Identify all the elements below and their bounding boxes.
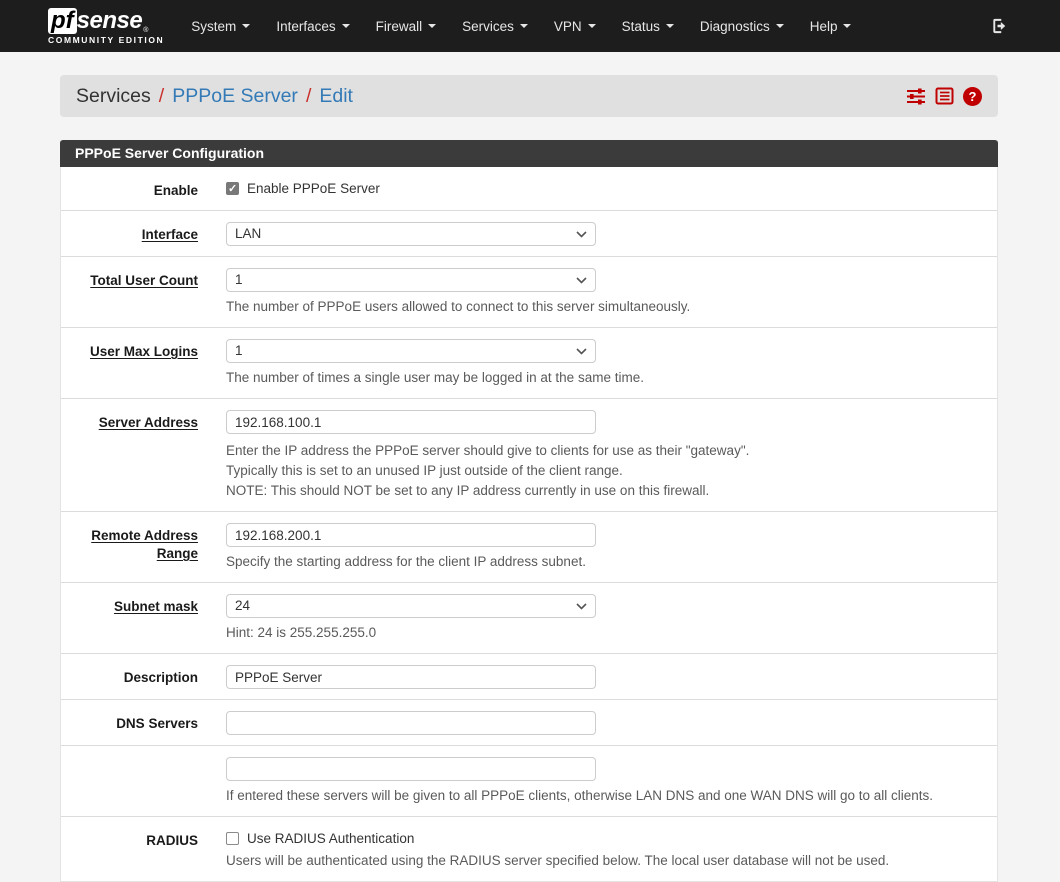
breadcrumb-separator: / bbox=[306, 85, 311, 108]
caret-down-icon bbox=[843, 24, 851, 28]
menu-item-firewall[interactable]: Firewall bbox=[363, 11, 450, 42]
enable-checkbox-label: Enable PPPoE Server bbox=[247, 181, 380, 196]
logo-pf-box: pf bbox=[48, 8, 77, 34]
menu-item-vpn[interactable]: VPN bbox=[541, 11, 609, 42]
form-row-interface: Interface LAN bbox=[61, 211, 997, 257]
caret-down-icon bbox=[776, 24, 784, 28]
panel-title: PPPoE Server Configuration bbox=[60, 140, 998, 167]
total-user-count-select-value: 1 bbox=[235, 272, 243, 287]
field-label-empty bbox=[76, 757, 198, 806]
form-row-subnet-mask: Subnet mask 24 Hint: 24 is 255.255.255.0 bbox=[61, 583, 997, 654]
subnet-mask-select-value: 24 bbox=[235, 598, 250, 613]
chevron-down-icon bbox=[576, 348, 587, 355]
subnet-mask-help: Hint: 24 is 255.255.255.0 bbox=[226, 623, 982, 643]
related-settings-sliders-icon[interactable] bbox=[906, 87, 926, 105]
pppoe-server-configuration-panel: PPPoE Server Configuration Enable Enable… bbox=[60, 140, 998, 882]
user-max-logins-select-value: 1 bbox=[235, 343, 243, 358]
user-max-logins-help: The number of times a single user may be… bbox=[226, 368, 982, 388]
form-row-radius: RADIUS Use RADIUS Authentication Users w… bbox=[61, 817, 997, 881]
caret-down-icon bbox=[520, 24, 528, 28]
caret-down-icon bbox=[588, 24, 596, 28]
logout-button[interactable] bbox=[990, 16, 1010, 36]
top-navbar: pfsense® COMMUNITY EDITION System Interf… bbox=[0, 0, 1060, 52]
caret-down-icon bbox=[242, 24, 250, 28]
pfsense-logo-text: pfsense® bbox=[48, 8, 164, 34]
radius-checkbox-label: Use RADIUS Authentication bbox=[247, 831, 414, 846]
use-radius-authentication-checkbox[interactable] bbox=[226, 832, 239, 845]
radius-help: Users will be authenticated using the RA… bbox=[226, 851, 982, 871]
menu-item-services[interactable]: Services bbox=[449, 11, 541, 42]
field-label-subnet-mask: Subnet mask bbox=[76, 594, 198, 643]
field-label-server-address: Server Address bbox=[76, 410, 198, 501]
form-row-dns-servers: DNS Servers bbox=[61, 700, 997, 746]
form-row-user-max-logins: User Max Logins 1 The number of times a … bbox=[61, 328, 997, 399]
navbar-right bbox=[990, 16, 1010, 36]
svg-text:?: ? bbox=[969, 89, 977, 104]
breadcrumb-section: Services bbox=[76, 85, 151, 108]
form-row-server-address: Server Address Enter the IP address the … bbox=[61, 399, 997, 512]
field-label-remote-address-range: Remote Address Range bbox=[76, 523, 198, 572]
sign-out-icon bbox=[990, 16, 1010, 36]
interface-select[interactable]: LAN bbox=[226, 222, 596, 246]
chevron-down-icon bbox=[576, 277, 587, 284]
server-address-help-line-1: Enter the IP address the PPPoE server sh… bbox=[226, 441, 982, 461]
field-label-user-max-logins: User Max Logins bbox=[76, 339, 198, 388]
field-label-interface: Interface bbox=[76, 222, 198, 246]
dns-server-2-input[interactable] bbox=[226, 757, 596, 781]
caret-down-icon bbox=[428, 24, 436, 28]
menu-item-help[interactable]: Help bbox=[797, 11, 865, 42]
breadcrumb-link-edit[interactable]: Edit bbox=[319, 85, 353, 108]
status-log-icon[interactable] bbox=[935, 87, 954, 105]
menu-item-system[interactable]: System bbox=[178, 11, 263, 42]
user-max-logins-select[interactable]: 1 bbox=[226, 339, 596, 363]
form-row-description: Description bbox=[61, 654, 997, 700]
logo-sense-text: sense bbox=[77, 8, 143, 34]
breadcrumb-separator: / bbox=[159, 85, 164, 108]
total-user-count-select[interactable]: 1 bbox=[226, 268, 596, 292]
dns-server-1-input[interactable] bbox=[226, 711, 596, 735]
breadcrumb-actions: ? bbox=[906, 87, 982, 106]
total-user-count-help: The number of PPPoE users allowed to con… bbox=[226, 297, 982, 317]
server-address-help-line-2: Typically this is set to an unused IP ju… bbox=[226, 461, 982, 481]
field-label-enable: Enable bbox=[76, 178, 198, 200]
main-menu: System Interfaces Firewall Services VPN … bbox=[178, 11, 864, 42]
server-address-help-line-3: NOTE: This should NOT be set to any IP a… bbox=[226, 481, 982, 501]
interface-select-value: LAN bbox=[235, 226, 261, 241]
chevron-down-icon bbox=[576, 231, 587, 238]
enable-pppoe-server-checkbox[interactable] bbox=[226, 182, 239, 195]
remote-address-range-input[interactable] bbox=[226, 523, 596, 547]
form-row-remote-address-range: Remote Address Range Specify the startin… bbox=[61, 512, 997, 583]
logo-edition-text: COMMUNITY EDITION bbox=[48, 35, 164, 45]
field-label-description: Description bbox=[76, 665, 198, 689]
menu-item-status[interactable]: Status bbox=[609, 11, 687, 42]
form-row-enable: Enable Enable PPPoE Server bbox=[61, 167, 997, 211]
registered-mark: ® bbox=[143, 27, 148, 34]
menu-item-diagnostics[interactable]: Diagnostics bbox=[687, 11, 797, 42]
breadcrumb: Services / PPPoE Server / Edit ? bbox=[60, 75, 998, 117]
pfsense-logo[interactable]: pfsense® COMMUNITY EDITION bbox=[48, 8, 164, 45]
form-row-total-user-count: Total User Count 1 The number of PPPoE u… bbox=[61, 257, 997, 328]
field-label-radius: RADIUS bbox=[76, 828, 198, 871]
form-row-dns-servers-2: If entered these servers will be given t… bbox=[61, 746, 997, 817]
field-label-dns-servers: DNS Servers bbox=[76, 711, 198, 735]
remote-address-range-help: Specify the starting address for the cli… bbox=[226, 552, 982, 572]
caret-down-icon bbox=[342, 24, 350, 28]
description-input[interactable] bbox=[226, 665, 596, 689]
caret-down-icon bbox=[666, 24, 674, 28]
server-address-input[interactable] bbox=[226, 410, 596, 434]
dns-servers-help: If entered these servers will be given t… bbox=[226, 786, 982, 806]
field-label-total-user-count: Total User Count bbox=[76, 268, 198, 317]
menu-item-interfaces[interactable]: Interfaces bbox=[263, 11, 362, 42]
help-icon[interactable]: ? bbox=[963, 87, 982, 106]
chevron-down-icon bbox=[576, 603, 587, 610]
subnet-mask-select[interactable]: 24 bbox=[226, 594, 596, 618]
breadcrumb-link-pppoe-server[interactable]: PPPoE Server bbox=[172, 85, 298, 108]
